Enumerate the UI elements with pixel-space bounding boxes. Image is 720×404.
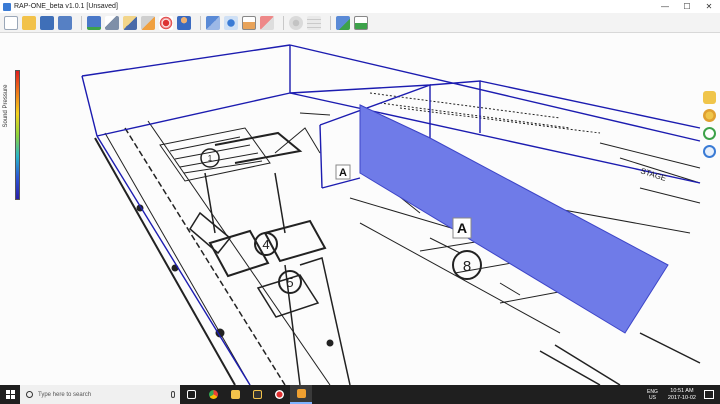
eraser-icon[interactable]: [260, 15, 274, 30]
clock-time: 10:51 AM: [670, 387, 694, 394]
settings-icon[interactable]: [289, 15, 303, 30]
zone-label-a-large: A: [457, 220, 467, 236]
notification-icon[interactable]: [704, 390, 714, 399]
zoom-icon[interactable]: [703, 145, 716, 158]
maximize-button[interactable]: ☐: [676, 0, 698, 13]
title-bar: RAP-ONE_beta v1.0.1 [Unsaved] — ☐ ✕: [0, 0, 720, 13]
media-app-icon[interactable]: [246, 385, 268, 404]
app-icon: [3, 2, 11, 11]
file-explorer-icon[interactable]: [224, 385, 246, 404]
start-button[interactable]: [0, 385, 20, 404]
link-icon[interactable]: [206, 15, 220, 30]
toolbar-separator: [81, 15, 82, 30]
plan-circle-label-5: 5: [286, 275, 293, 290]
open-icon[interactable]: [22, 15, 36, 30]
view-tools: [703, 91, 717, 163]
plan-circle-label-8: 8: [463, 258, 471, 275]
report-icon[interactable]: [354, 15, 368, 30]
table-icon[interactable]: [307, 15, 321, 30]
toolbar-separator: [200, 15, 201, 30]
toolbar-separator: [283, 15, 284, 30]
microphone-icon[interactable]: [171, 391, 175, 398]
toolbar-separator: [330, 15, 331, 30]
language-indicator[interactable]: ENG US: [647, 389, 658, 401]
task-view-icon[interactable]: [180, 385, 202, 404]
windows-logo-icon: [5, 390, 15, 399]
pan-icon[interactable]: [703, 109, 716, 122]
close-button[interactable]: ✕: [698, 0, 720, 13]
minimize-button[interactable]: —: [654, 0, 676, 13]
sound-source-icon[interactable]: [159, 15, 173, 30]
windows-taskbar: Type here to search ENG US 10:51 AM 2017…: [0, 385, 720, 404]
legend-label: Sound Pressure: [3, 84, 9, 128]
rotate-icon[interactable]: [703, 127, 716, 140]
legend-color-bar: [15, 70, 20, 200]
zone-label-a-small: A: [339, 167, 347, 179]
taskbar-search[interactable]: Type here to search: [20, 385, 180, 404]
clock[interactable]: 10:51 AM 2017-10-02: [668, 388, 696, 402]
sound-pressure-legend: Sound Pressure: [2, 67, 20, 207]
language-code: ENG: [647, 388, 658, 395]
new-icon[interactable]: [4, 15, 18, 30]
draw-zone-icon[interactable]: [123, 15, 137, 30]
save-as-icon[interactable]: [58, 15, 72, 30]
clock-date: 2017-10-02: [667, 394, 696, 401]
system-tray: ENG US 10:51 AM 2017-10-02: [647, 385, 720, 404]
search-placeholder: Type here to search: [38, 391, 92, 398]
record-app-icon[interactable]: [268, 385, 290, 404]
rap-one-taskbar-icon[interactable]: [290, 385, 312, 404]
region-code: US: [648, 394, 656, 401]
save-icon[interactable]: [40, 15, 54, 30]
floor-plan-scene[interactable]: A A 1 4 5 8 STAGE: [0, 33, 720, 385]
window-controls: — ☐ ✕: [654, 0, 720, 13]
window-title: RAP-ONE_beta v1.0.1 [Unsaved]: [14, 3, 118, 10]
image-icon[interactable]: [242, 15, 256, 30]
add-layer-icon[interactable]: [87, 15, 101, 30]
search-circle-icon: [26, 391, 33, 398]
3d-viewport[interactable]: A A 1 4 5 8 STAGE Sound Pressure: [0, 33, 720, 385]
hand-icon[interactable]: [703, 91, 716, 104]
move-icon[interactable]: [224, 15, 238, 30]
plan-circle-label-4: 4: [262, 237, 269, 252]
main-toolbar: [0, 13, 720, 33]
measure-icon[interactable]: [105, 15, 119, 30]
export-icon[interactable]: [336, 15, 350, 30]
zone-a-panel: [359, 104, 669, 334]
person-icon[interactable]: [177, 15, 191, 30]
app-window: RAP-ONE_beta v1.0.1 [Unsaved] — ☐ ✕ A A …: [0, 0, 720, 385]
edit-zone-icon[interactable]: [141, 15, 155, 30]
chrome-icon[interactable]: [202, 385, 224, 404]
plan-circle-label-1: 1: [208, 154, 213, 163]
